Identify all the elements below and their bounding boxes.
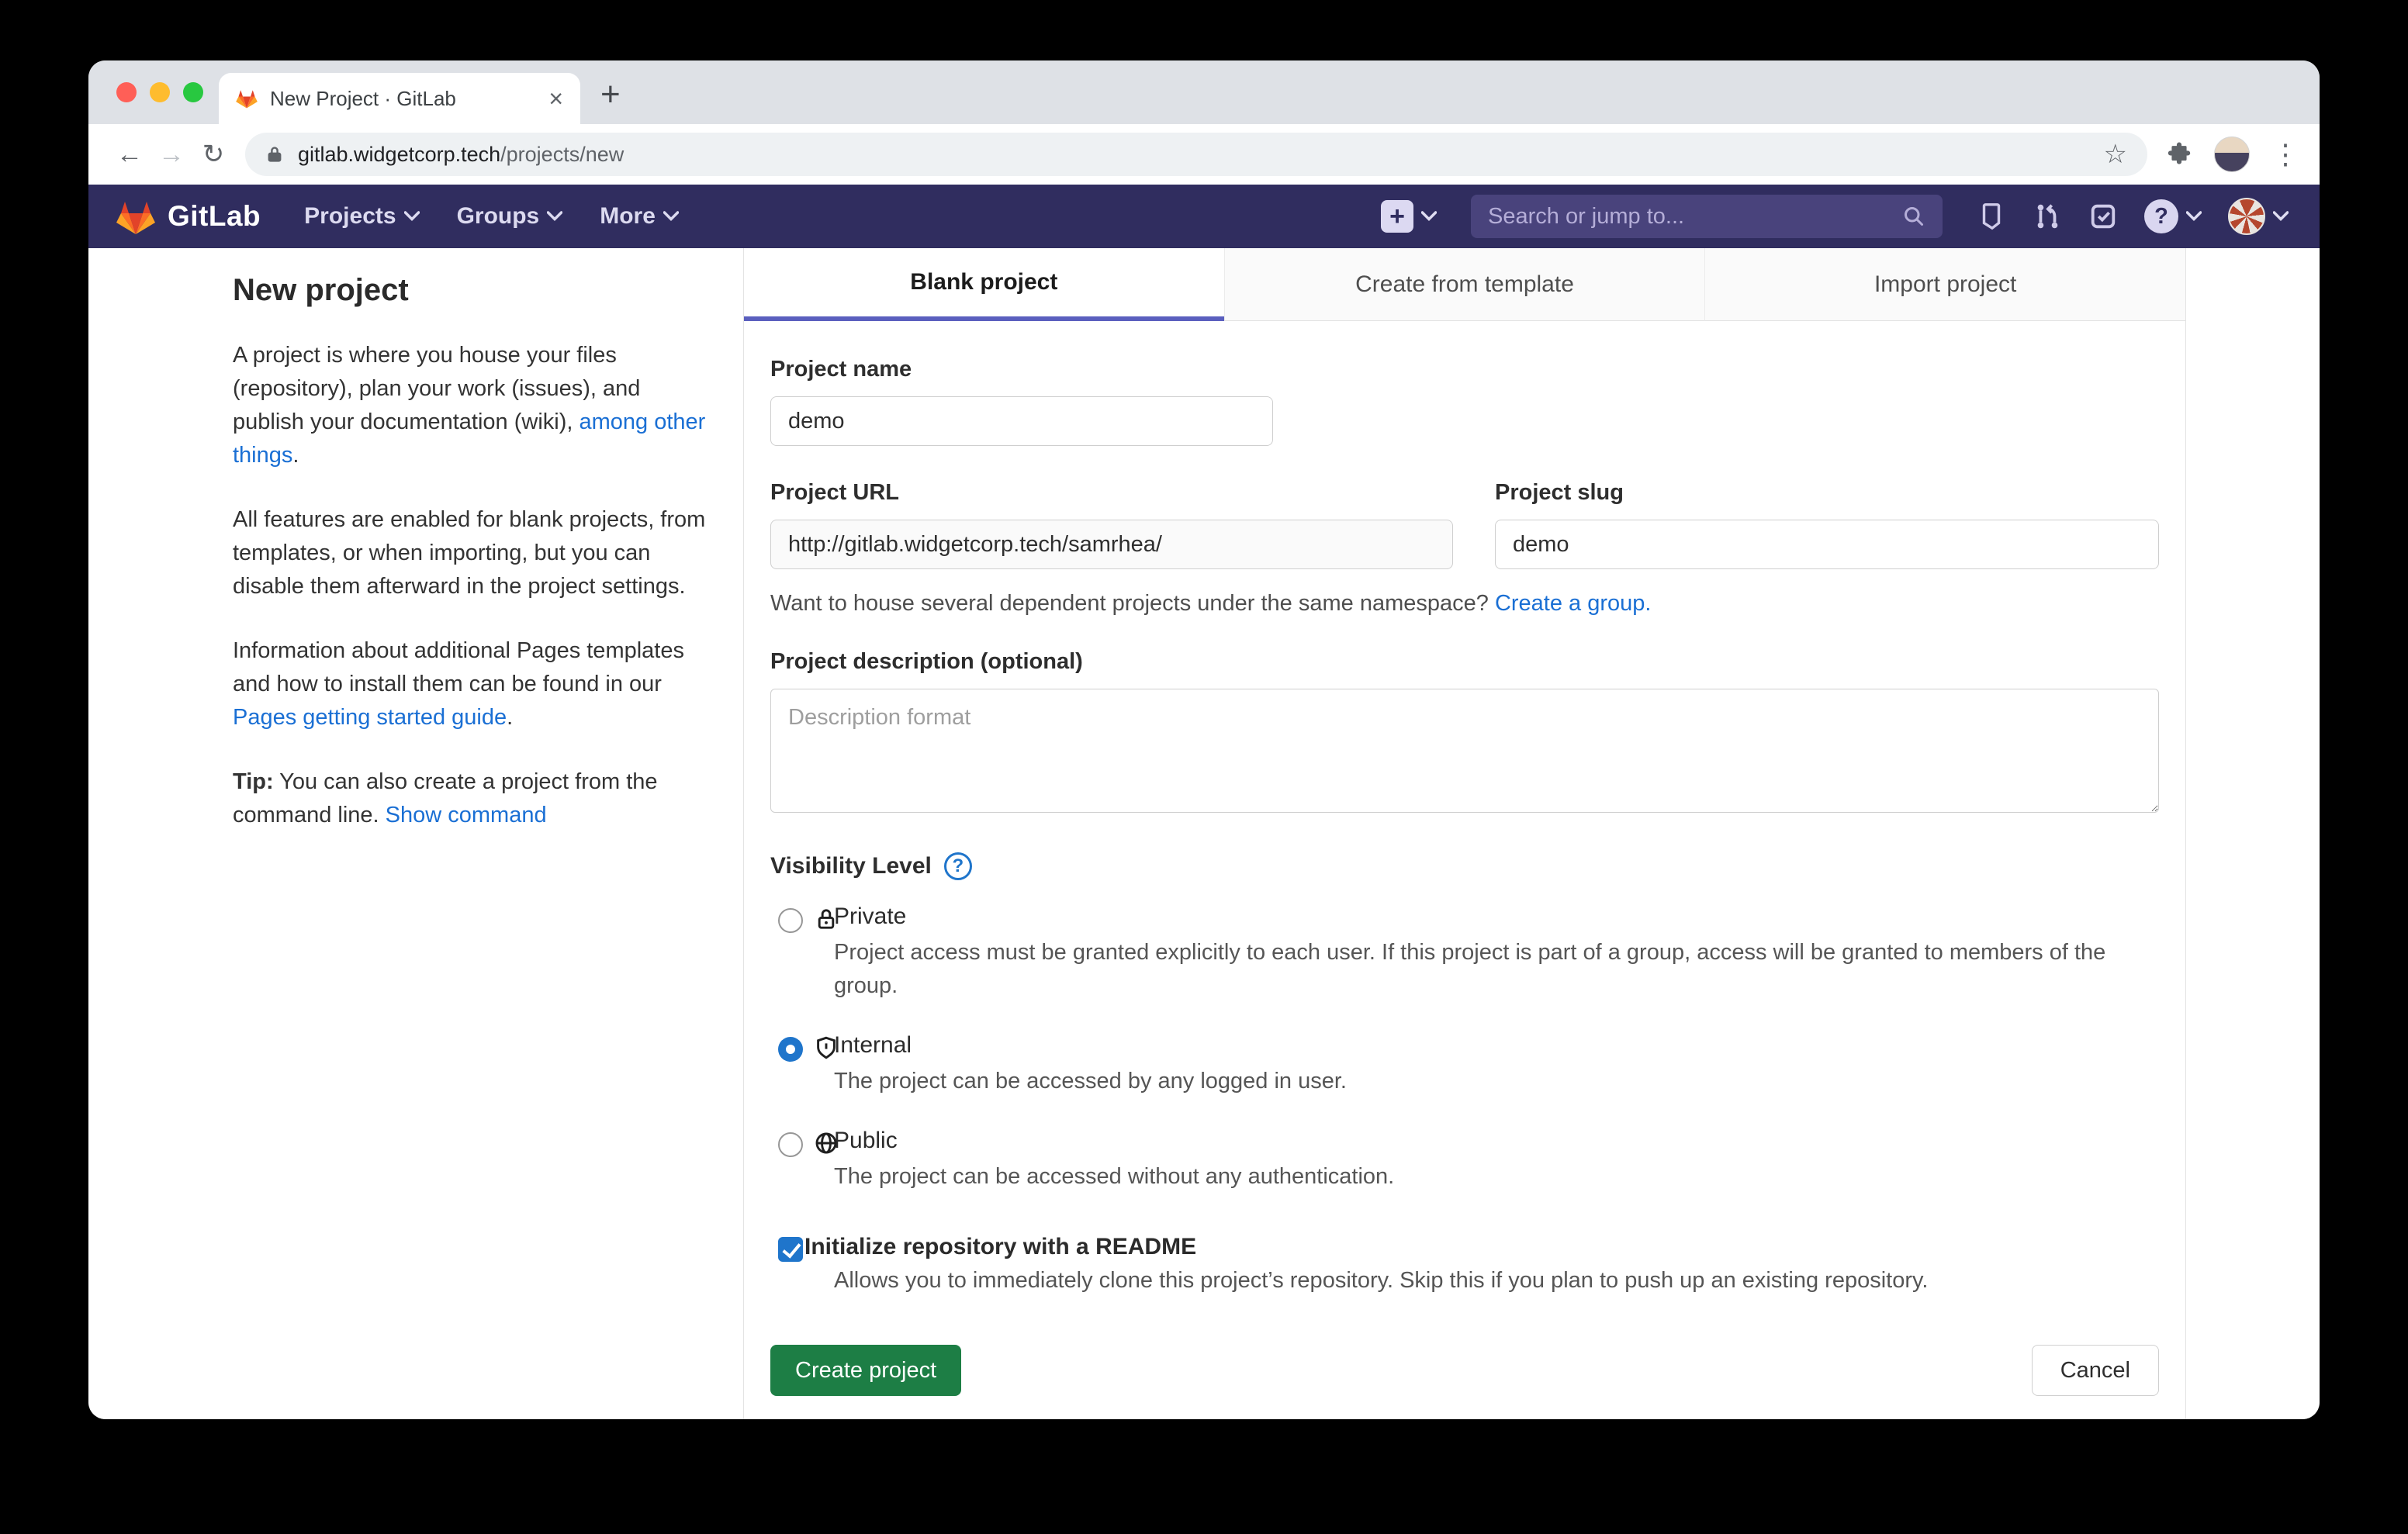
browser-profile-avatar[interactable] bbox=[2214, 136, 2250, 172]
project-type-tabs: Blank project Create from template Impor… bbox=[744, 248, 2185, 321]
visibility-level-label: Visibility Level bbox=[770, 853, 932, 879]
forward-icon[interactable]: → bbox=[150, 140, 192, 170]
tab-title: New Project · GitLab bbox=[270, 87, 536, 111]
browser-tab-strip: New Project · GitLab × + bbox=[88, 60, 2320, 124]
plus-icon: + bbox=[1381, 200, 1413, 233]
sidebar-paragraph: A project is where you house your files … bbox=[233, 339, 709, 472]
search-placeholder: Search or jump to... bbox=[1488, 204, 1684, 230]
help-menu-button[interactable]: ? bbox=[2144, 199, 2202, 233]
globe-icon bbox=[814, 1131, 839, 1156]
radio-internal[interactable] bbox=[778, 1037, 803, 1062]
close-window-button[interactable] bbox=[116, 82, 137, 102]
chevron-down-icon bbox=[1421, 211, 1437, 222]
chevron-down-icon bbox=[547, 211, 562, 222]
lock-icon bbox=[814, 907, 839, 931]
browser-menu-icon[interactable]: ⋮ bbox=[2271, 138, 2299, 171]
create-project-button[interactable]: Create project bbox=[770, 1345, 961, 1396]
sidebar-paragraph: All features are enabled for blank proje… bbox=[233, 503, 709, 603]
issues-icon[interactable] bbox=[1977, 202, 2006, 231]
chevron-down-icon bbox=[404, 211, 420, 222]
visibility-option-internal[interactable]: Internal The project can be accessed by … bbox=[770, 1032, 2159, 1098]
project-name-input[interactable] bbox=[770, 396, 1273, 446]
reload-icon[interactable]: ↻ bbox=[192, 139, 234, 170]
project-description-textarea[interactable] bbox=[770, 689, 2159, 813]
minimize-window-button[interactable] bbox=[150, 82, 170, 102]
project-slug-input[interactable] bbox=[1495, 520, 2159, 569]
search-input[interactable]: Search or jump to... bbox=[1471, 195, 1943, 238]
project-description-label: Project description (optional) bbox=[770, 649, 2159, 675]
chevron-down-icon bbox=[2273, 211, 2289, 222]
sidebar-tip: Tip: You can also create a project from … bbox=[233, 765, 709, 832]
sidebar-help-column: New project A project is where you house… bbox=[233, 248, 709, 863]
extensions-puzzle-icon[interactable] bbox=[2166, 141, 2192, 168]
zoom-window-button[interactable] bbox=[183, 82, 203, 102]
sidebar-paragraph: Information about additional Pages templ… bbox=[233, 634, 709, 734]
menu-more[interactable]: More bbox=[600, 203, 679, 230]
tab-close-icon[interactable]: × bbox=[548, 86, 563, 111]
page-content: New project A project is where you house… bbox=[88, 248, 2320, 1419]
blank-project-form: Project name Project URL Project slug Wa… bbox=[744, 321, 2185, 1419]
tab-import-project[interactable]: Import project bbox=[1704, 248, 2185, 321]
radio-public[interactable] bbox=[778, 1132, 803, 1157]
pages-guide-link[interactable]: Pages getting started guide bbox=[233, 705, 507, 730]
shield-icon bbox=[814, 1035, 839, 1060]
show-command-link[interactable]: Show command bbox=[386, 803, 547, 827]
gitlab-logo-icon bbox=[116, 199, 155, 235]
project-name-label: Project name bbox=[770, 357, 2159, 382]
new-tab-button[interactable]: + bbox=[600, 78, 621, 112]
gitlab-menus: Projects Groups More bbox=[304, 203, 679, 230]
gitlab-wordmark: GitLab bbox=[168, 200, 261, 233]
chevron-down-icon bbox=[663, 211, 679, 222]
browser-window: New Project · GitLab × + ← → ↻ gitlab.wi… bbox=[88, 60, 2320, 1419]
visibility-option-private[interactable]: Private Project access must be granted e… bbox=[770, 903, 2159, 1003]
browser-toolbar: ← → ↻ gitlab.widgetcorp.tech/projects/ne… bbox=[88, 124, 2320, 185]
tab-create-from-template[interactable]: Create from template bbox=[1224, 248, 1705, 321]
menu-groups[interactable]: Groups bbox=[457, 203, 563, 230]
url-bar[interactable]: gitlab.widgetcorp.tech/projects/new ☆ bbox=[245, 133, 2147, 176]
merge-requests-icon[interactable] bbox=[2033, 202, 2062, 231]
readme-checkbox[interactable] bbox=[778, 1237, 803, 1262]
chrome-actions: ⋮ bbox=[2158, 136, 2299, 172]
new-menu-button[interactable]: + bbox=[1381, 200, 1437, 233]
search-icon bbox=[1902, 205, 1925, 228]
gitlab-brand[interactable]: GitLab bbox=[116, 199, 261, 235]
https-lock-icon bbox=[265, 145, 284, 164]
project-url-label: Project URL bbox=[770, 480, 1453, 506]
project-slug-label: Project slug bbox=[1495, 480, 2159, 506]
traffic-lights bbox=[116, 82, 203, 102]
bookmark-star-icon[interactable]: ☆ bbox=[2104, 139, 2127, 170]
page-title: New project bbox=[233, 273, 709, 308]
project-url-input[interactable] bbox=[770, 520, 1453, 569]
back-icon[interactable]: ← bbox=[109, 140, 150, 170]
cancel-button[interactable]: Cancel bbox=[2032, 1345, 2159, 1396]
chevron-down-icon bbox=[2186, 211, 2202, 222]
gitlab-favicon bbox=[236, 88, 258, 109]
visibility-option-public[interactable]: Public The project can be accessed witho… bbox=[770, 1128, 2159, 1194]
menu-projects[interactable]: Projects bbox=[304, 203, 419, 230]
new-project-panel: Blank project Create from template Impor… bbox=[743, 248, 2186, 1419]
radio-private[interactable] bbox=[778, 908, 803, 933]
todos-icon[interactable] bbox=[2088, 202, 2118, 231]
user-menu-button[interactable] bbox=[2228, 198, 2289, 235]
namespace-hint: Want to house several dependent projects… bbox=[770, 591, 2159, 617]
readme-option[interactable]: Initialize repository with a README Allo… bbox=[770, 1234, 2159, 1294]
url-text: gitlab.widgetcorp.tech/projects/new bbox=[298, 143, 624, 167]
help-icon: ? bbox=[2144, 199, 2178, 233]
visibility-help-icon[interactable]: ? bbox=[944, 852, 972, 880]
user-avatar bbox=[2228, 198, 2265, 235]
create-a-group-link[interactable]: Create a group. bbox=[1495, 591, 1652, 616]
browser-tab[interactable]: New Project · GitLab × bbox=[219, 73, 580, 124]
gitlab-navbar: GitLab Projects Groups More + Search or … bbox=[88, 185, 2320, 248]
tab-blank-project[interactable]: Blank project bbox=[744, 248, 1224, 321]
